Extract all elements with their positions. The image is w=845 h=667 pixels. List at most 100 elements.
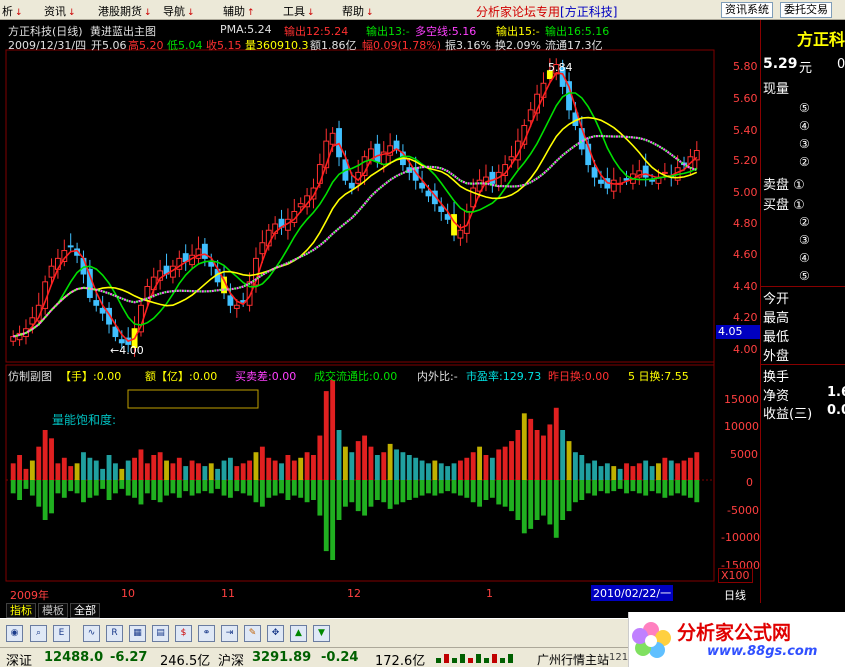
menu-arrow-icon: ↓ bbox=[144, 8, 152, 18]
tab-indicator[interactable]: 指标 bbox=[6, 603, 36, 618]
date-tick: 11 bbox=[221, 587, 235, 600]
volume-bar bbox=[253, 452, 259, 480]
trade-button[interactable]: 委托交易 bbox=[780, 2, 832, 18]
volume-neg-bar bbox=[598, 480, 604, 492]
line-chart-icon[interactable]: ∿ bbox=[83, 625, 100, 642]
buy-level: ② bbox=[799, 215, 810, 229]
volume-neg-bar bbox=[285, 480, 291, 500]
grid-icon[interactable]: ▦ bbox=[129, 625, 146, 642]
volume-bar bbox=[29, 460, 35, 480]
info-volume: 量360910.3 bbox=[245, 39, 309, 52]
kline-chart[interactable] bbox=[0, 20, 760, 603]
tab-all[interactable]: 全部 bbox=[70, 603, 100, 618]
menu-analysis[interactable]: 析 ↓ bbox=[2, 3, 23, 19]
menu-assist[interactable]: 辅助 ↑ bbox=[223, 3, 255, 19]
volume-bar bbox=[457, 460, 463, 480]
menu-hk-futures[interactable]: 港股期货 ↓ bbox=[98, 3, 152, 19]
volume-neg-bar bbox=[694, 480, 700, 503]
volume-neg-bar bbox=[138, 480, 144, 505]
volume-bar bbox=[93, 460, 99, 480]
label-current-vol: 现量 bbox=[763, 82, 790, 97]
station-name: 广州行情主站 bbox=[537, 653, 610, 667]
volume-bar bbox=[643, 460, 649, 480]
price-tick: 4.40 bbox=[733, 280, 758, 293]
volume-bar bbox=[553, 407, 559, 480]
menu-label: 工具 bbox=[283, 5, 305, 18]
forum-text: 分析家论坛专用 bbox=[476, 5, 561, 19]
zoom-icon[interactable]: ⌕ bbox=[30, 625, 47, 642]
menu-arrow-icon: ↓ bbox=[187, 8, 195, 18]
energy-label: 量能饱和度: bbox=[52, 413, 117, 427]
candle bbox=[642, 165, 649, 178]
sell-level: ② bbox=[799, 155, 810, 169]
volume-bar bbox=[215, 468, 221, 480]
menu-navigate[interactable]: 导航 ↓ bbox=[163, 3, 195, 19]
volume-neg-bar bbox=[394, 480, 399, 505]
menu-label: 帮助 bbox=[342, 5, 364, 18]
volume-neg-bar bbox=[579, 480, 585, 500]
chart-area[interactable]: 方正科技(日线) 黄进蓝出主图 PMA:5.24 输出12:5.24 输出13:… bbox=[0, 20, 760, 603]
period-label[interactable]: 日线 bbox=[724, 587, 746, 603]
company-name: [方正科技] bbox=[560, 5, 618, 19]
candle bbox=[508, 156, 515, 161]
volume-neg-bar bbox=[509, 480, 514, 512]
volume-neg-bar bbox=[662, 480, 668, 498]
label-net-asset: 净资 bbox=[763, 389, 790, 404]
info-system-button[interactable]: 资讯系统 bbox=[721, 2, 773, 18]
table-icon[interactable]: ▤ bbox=[152, 625, 169, 642]
volume-neg-bar bbox=[400, 480, 406, 503]
volume-neg-bar bbox=[336, 480, 342, 520]
volume-bar bbox=[483, 455, 489, 480]
volume-neg-bar bbox=[515, 480, 521, 520]
volume-neg-bar bbox=[61, 480, 67, 498]
candle bbox=[451, 214, 457, 236]
candle bbox=[329, 132, 336, 145]
volume-neg-bar bbox=[42, 480, 48, 520]
candle bbox=[489, 171, 496, 184]
sub-spread: 买卖差:0.00 bbox=[235, 370, 297, 383]
ma-yellow-line bbox=[13, 116, 698, 338]
volume-tick: -5000 bbox=[727, 504, 759, 517]
menu-tools[interactable]: 工具 ↓ bbox=[283, 3, 315, 19]
volume-neg-bar bbox=[221, 480, 227, 496]
quote-extra: 0 bbox=[837, 57, 845, 72]
volume-bar bbox=[509, 441, 514, 480]
sz-amount: 246.5亿 bbox=[160, 654, 211, 667]
pen-icon[interactable]: ✎ bbox=[244, 625, 261, 642]
earnings-value: 0.0 bbox=[827, 403, 845, 418]
info-high: 高5.20 bbox=[128, 39, 164, 52]
menu-help[interactable]: 帮助 ↓ bbox=[342, 3, 374, 19]
menu-news[interactable]: 资讯 ↓ bbox=[44, 3, 76, 19]
volume-neg-bar bbox=[502, 480, 508, 507]
etf-icon[interactable]: E bbox=[53, 625, 70, 642]
volume-bar bbox=[68, 466, 74, 480]
volume-bar bbox=[630, 466, 636, 480]
arrow-down-icon[interactable]: ▼ bbox=[313, 625, 330, 642]
volume-bar bbox=[164, 460, 169, 480]
chart-icon[interactable]: ◉ bbox=[6, 625, 23, 642]
arrow-up-icon[interactable]: ▲ bbox=[290, 625, 307, 642]
export-icon[interactable]: ⇥ bbox=[221, 625, 238, 642]
volume-neg-bar bbox=[151, 480, 157, 500]
tab-template[interactable]: 模板 bbox=[38, 603, 68, 618]
candle bbox=[661, 171, 668, 174]
cross-arrows-icon[interactable]: ✥ bbox=[267, 625, 284, 642]
volume-neg-bar bbox=[247, 480, 253, 496]
volume-neg-bar bbox=[381, 480, 387, 503]
sub-hand: 【手】:0.00 bbox=[60, 370, 122, 383]
dollar-icon[interactable]: $ bbox=[175, 625, 192, 642]
logo-title: 分析家公式网 bbox=[677, 622, 792, 644]
volume-neg-bar bbox=[687, 480, 693, 498]
volume-neg-bar bbox=[106, 480, 112, 500]
volume-neg-bar bbox=[406, 480, 412, 500]
volume-neg-bar bbox=[368, 480, 374, 507]
link-icon[interactable]: ⚭ bbox=[198, 625, 215, 642]
volume-bar bbox=[604, 463, 610, 480]
candle bbox=[195, 248, 202, 259]
volume-neg-bar bbox=[317, 480, 323, 516]
volume-bar bbox=[432, 460, 438, 480]
volume-bar bbox=[157, 452, 163, 480]
volume-bar bbox=[451, 463, 457, 480]
sell-one: 卖盘 ① bbox=[763, 178, 805, 193]
rsi-icon[interactable]: R bbox=[106, 625, 123, 642]
